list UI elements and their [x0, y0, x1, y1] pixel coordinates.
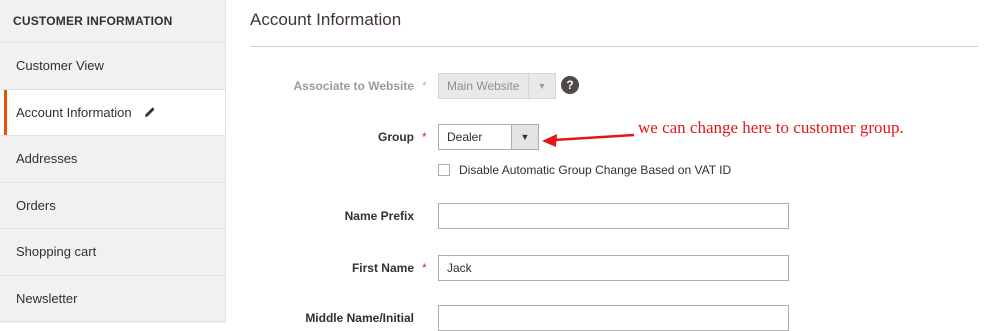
sidebar-item-label: Account Information	[16, 104, 132, 120]
group-select[interactable]: Dealer ▼	[438, 124, 539, 150]
website-label: Associate to Website	[293, 79, 414, 93]
group-label: Group	[378, 130, 414, 144]
website-row: Associate to Website * Main Website ▼ ?	[250, 73, 978, 99]
middle-name-label: Middle Name/Initial	[305, 311, 414, 325]
annotation-arrow-icon	[542, 133, 635, 147]
first-name-label: First Name	[351, 261, 414, 275]
sidebar-item-shopping-cart[interactable]: Shopping cart	[0, 229, 225, 276]
first-name-row: First Name * Jack	[250, 255, 978, 281]
sidebar-item-orders[interactable]: Orders	[0, 183, 225, 229]
chevron-down-icon[interactable]: ▼	[511, 125, 538, 149]
middle-name-row: Middle Name/Initial	[250, 305, 978, 331]
sidebar-item-label: Orders	[16, 197, 56, 213]
group-select-value: Dealer	[447, 130, 483, 144]
website-select: Main Website ▼	[438, 73, 556, 99]
customer-information-sidebar: CUSTOMER INFORMATION Customer View Accou…	[0, 0, 226, 323]
first-name-input[interactable]: Jack	[438, 255, 789, 281]
account-information-panel: Account Information Associate to Website…	[250, 0, 978, 331]
sidebar-item-customer-view[interactable]: Customer View	[0, 43, 225, 90]
help-icon[interactable]: ?	[561, 76, 579, 94]
sidebar-item-label: Customer View	[16, 58, 104, 74]
required-mark: *	[422, 79, 427, 93]
middle-name-input[interactable]	[438, 305, 789, 331]
sidebar-item-newsletter[interactable]: Newsletter	[0, 276, 225, 322]
sidebar-item-label: Addresses	[16, 151, 78, 167]
name-prefix-row: Name Prefix	[250, 203, 978, 229]
chevron-down-icon: ▼	[528, 74, 555, 98]
vat-checkbox-row[interactable]: Disable Automatic Group Change Based on …	[438, 162, 731, 178]
sidebar-item-account-information[interactable]: Account Information	[0, 89, 225, 136]
title-divider	[250, 46, 978, 47]
sidebar-item-label: Shopping cart	[16, 244, 97, 260]
sidebar-item-addresses[interactable]: Addresses	[0, 136, 225, 183]
vat-checkbox[interactable]	[438, 164, 450, 176]
sidebar-item-label: Newsletter	[16, 290, 78, 306]
required-mark: *	[422, 130, 427, 144]
website-select-value: Main Website	[447, 79, 520, 93]
pencil-icon	[144, 106, 156, 118]
vat-checkbox-label[interactable]: Disable Automatic Group Change Based on …	[459, 163, 731, 177]
page-title: Account Information	[250, 10, 402, 29]
name-prefix-label: Name Prefix	[344, 209, 414, 223]
sidebar-heading: CUSTOMER INFORMATION	[0, 0, 225, 43]
annotation-text: we can change here to customer group.	[638, 118, 904, 137]
name-prefix-input[interactable]	[438, 203, 789, 229]
required-mark: *	[422, 261, 427, 275]
